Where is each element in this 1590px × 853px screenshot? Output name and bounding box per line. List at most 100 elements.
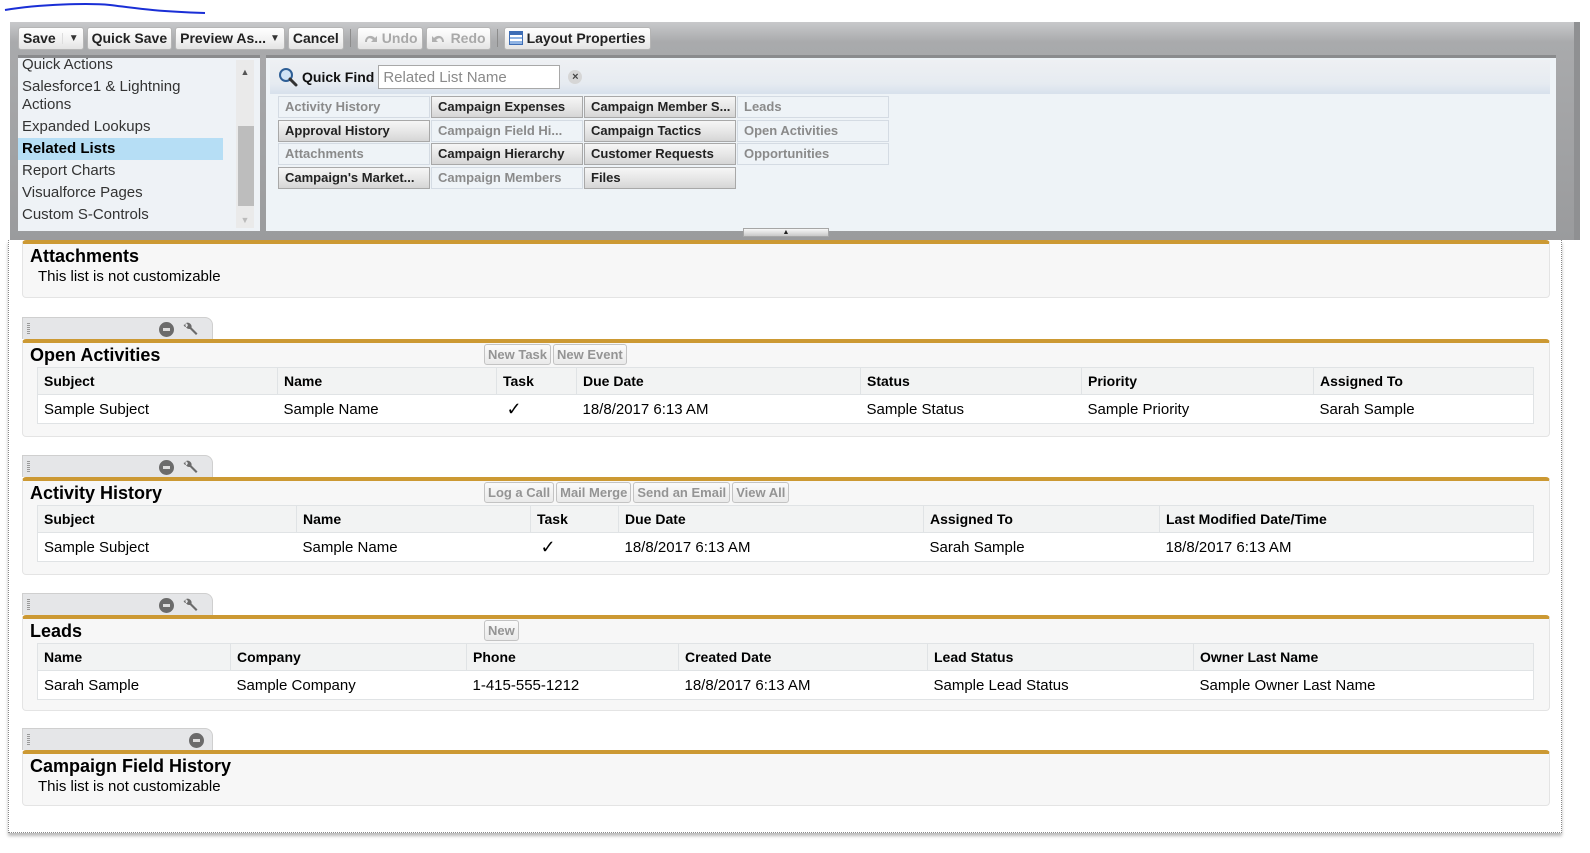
- section-title: Campaign Field History: [30, 756, 232, 776]
- editor-toolbar: Save ▼ Quick Save Preview As... ▼ Cancel…: [18, 25, 651, 51]
- section-buttons: New: [484, 620, 519, 641]
- cell-phone: 1-415-555-1212: [472, 676, 580, 694]
- category-item[interactable]: Visualforce Pages: [18, 182, 223, 204]
- palette-related-list-item[interactable]: Campaign Hierarchy: [431, 143, 583, 165]
- activity-history-table: Subject Name Task Due Date Assigned To L…: [37, 505, 1534, 562]
- category-item[interactable]: Expanded Lookups: [18, 116, 223, 138]
- layout-properties-button[interactable]: Layout Properties: [503, 26, 651, 50]
- palette-related-list-item[interactable]: Campaign Expenses: [431, 96, 583, 118]
- cell-subject: Sample Subject: [44, 538, 150, 556]
- column-header: Task: [530, 505, 619, 533]
- toolbar-divider: [349, 29, 351, 47]
- cell-priority: Sample Priority: [1087, 400, 1190, 418]
- save-dropdown-icon[interactable]: ▼: [61, 32, 79, 44]
- clear-search-icon[interactable]: ×: [568, 70, 583, 84]
- section-handle[interactable]: [22, 455, 213, 477]
- cell-lead-status: Sample Lead Status: [933, 676, 1069, 694]
- wrench-icon[interactable]: [182, 459, 200, 477]
- column-header: Task: [496, 367, 577, 395]
- collapse-palette-handle[interactable]: ▲: [743, 228, 829, 237]
- remove-icon[interactable]: [159, 322, 174, 337]
- column-header: Name: [277, 367, 497, 395]
- layout-editor-palette: Save ▼ Quick Save Preview As... ▼ Cancel…: [10, 22, 1580, 240]
- palette-related-list-item: Leads: [737, 96, 889, 118]
- preview-as-label: Preview As...: [180, 30, 266, 46]
- undo-label: Undo: [381, 30, 418, 46]
- category-item[interactable]: Quick Actions: [18, 58, 223, 76]
- column-header: Subject: [37, 505, 297, 533]
- scrollbar-thumb[interactable]: [238, 126, 254, 206]
- open-activities-table: Subject Name Task Due Date Status Priori…: [37, 367, 1534, 424]
- wrench-icon[interactable]: [182, 321, 200, 339]
- undo-button[interactable]: Undo: [356, 26, 423, 50]
- column-header: Lead Status: [927, 643, 1194, 671]
- remove-icon[interactable]: [159, 598, 174, 613]
- cell-subject: Sample Subject: [44, 400, 150, 418]
- section-title: Attachments: [30, 246, 140, 266]
- cancel-button[interactable]: Cancel: [287, 26, 344, 50]
- remove-icon[interactable]: [159, 460, 174, 475]
- scroll-down-arrow-icon[interactable]: ▼: [236, 212, 254, 228]
- preview-as-button[interactable]: Preview As... ▼: [175, 26, 285, 50]
- wrench-icon[interactable]: [182, 597, 200, 615]
- layout-properties-icon: [508, 31, 523, 45]
- cell-status: Sample Status: [866, 400, 965, 418]
- palette-related-list-item: Campaign Members: [431, 166, 583, 189]
- column-header: Due Date: [576, 367, 861, 395]
- drag-grip-icon[interactable]: [27, 599, 30, 611]
- new-lead-button[interactable]: New: [484, 620, 519, 641]
- table-row: Sample Subject Sample Name ✓ 18/8/2017 6…: [38, 395, 1534, 424]
- undo-icon: [364, 35, 377, 42]
- section-handle[interactable]: [22, 728, 213, 750]
- palette-related-list-item[interactable]: Files: [584, 166, 736, 189]
- category-item[interactable]: Custom S-Controls: [18, 204, 223, 226]
- quick-find-bar: Quick Find ×: [270, 60, 1550, 94]
- table-header-row: Subject Name Task Due Date Assigned To L…: [37, 505, 1534, 533]
- scroll-up-arrow-icon[interactable]: ▲: [236, 64, 254, 80]
- quick-find-input[interactable]: [378, 65, 561, 89]
- cell-owner-last-name: Sample Owner Last Name: [1199, 676, 1376, 694]
- column-header: Due Date: [618, 505, 924, 533]
- leads-table: Name Company Phone Created Date Lead Sta…: [37, 643, 1534, 700]
- column-header: Assigned To: [923, 505, 1160, 533]
- palette-related-list-item[interactable]: Customer Requests: [584, 143, 736, 165]
- mail-merge-button[interactable]: Mail Merge: [556, 482, 632, 503]
- checkmark-icon: ✓: [540, 536, 556, 557]
- category-scrollbar[interactable]: ▲ ▼: [236, 60, 254, 228]
- column-header: Last Modified Date/Time: [1159, 505, 1534, 533]
- remove-icon[interactable]: [189, 733, 204, 748]
- palette-related-list-item: Activity History: [278, 96, 430, 118]
- quick-save-button[interactable]: Quick Save: [86, 26, 173, 50]
- view-all-button[interactable]: View All: [732, 482, 790, 503]
- attachments-body: Attachments This list is not customizabl…: [22, 240, 1550, 298]
- category-item[interactable]: Salesforce1 & Lightning Actions: [18, 76, 223, 116]
- drag-grip-icon[interactable]: [27, 323, 30, 335]
- campaign-field-history-body: Campaign Field History This list is not …: [22, 750, 1550, 806]
- log-a-call-button[interactable]: Log a Call: [484, 482, 555, 503]
- cell-assigned-to: Sarah Sample: [1319, 400, 1415, 418]
- section-note: This list is not customizable: [38, 268, 221, 285]
- drag-grip-icon[interactable]: [27, 461, 30, 473]
- category-item[interactable]: Report Charts: [18, 160, 223, 182]
- palette-related-list-item[interactable]: Campaign Member S...: [584, 96, 736, 118]
- category-item[interactable]: Related Lists: [18, 138, 223, 160]
- cell-assigned-to: Sarah Sample: [929, 538, 1025, 556]
- section-handle[interactable]: [22, 317, 213, 339]
- save-button[interactable]: Save ▼: [18, 26, 84, 50]
- column-header: Name: [296, 505, 531, 533]
- drag-grip-icon[interactable]: [27, 734, 30, 746]
- palette-related-list-item[interactable]: Approval History: [278, 119, 430, 142]
- table-row: Sample Subject Sample Name ✓ 18/8/2017 6…: [38, 533, 1534, 562]
- new-task-button[interactable]: New Task: [484, 344, 552, 365]
- section-title: Leads: [30, 621, 83, 641]
- palette-related-list-item[interactable]: Campaign Tactics: [584, 119, 736, 142]
- new-event-button[interactable]: New Event: [553, 344, 627, 365]
- palette-related-list-item[interactable]: Campaign's Market...: [278, 166, 430, 189]
- save-label: Save: [23, 30, 56, 46]
- section-handle[interactable]: [22, 593, 213, 615]
- section-buttons: Log a Call Mail Merge Send an Email View…: [484, 482, 790, 503]
- section-title: Open Activities: [30, 345, 161, 365]
- send-an-email-button[interactable]: Send an Email: [633, 482, 731, 503]
- column-header: Name: [37, 643, 231, 671]
- redo-button[interactable]: Redo: [425, 26, 491, 50]
